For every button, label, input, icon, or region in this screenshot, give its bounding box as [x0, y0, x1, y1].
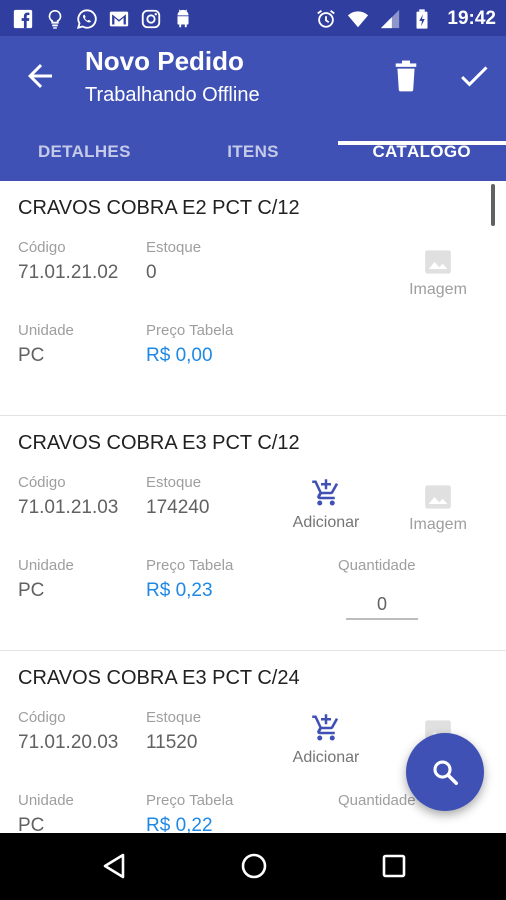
recents-square-icon[interactable] — [379, 851, 409, 881]
item-name: CRAVOS COBRA E2 PCT C/12 — [18, 197, 300, 219]
unidade-label: Unidade — [18, 322, 74, 339]
unidade-label: Unidade — [18, 557, 74, 574]
back-arrow-icon[interactable] — [22, 58, 58, 94]
image-icon — [425, 250, 451, 274]
image-placeholder[interactable]: Imagem — [398, 484, 478, 534]
tab-itens[interactable]: ITENS — [169, 136, 338, 181]
estoque-value: 174240 — [146, 497, 210, 518]
system-icons: 19:42 — [315, 7, 496, 31]
instagram-icon — [141, 9, 161, 29]
codigo-value: 71.01.20.03 — [18, 732, 119, 753]
estoque-value: 11520 — [146, 732, 198, 753]
trash-icon[interactable] — [392, 60, 420, 92]
page-title: Novo Pedido — [85, 46, 244, 76]
estoque-label: Estoque — [146, 709, 202, 726]
whatsapp-icon — [76, 9, 97, 30]
preco-value: R$ 0,23 — [146, 580, 213, 601]
battery-icon — [416, 9, 428, 29]
codigo-value: 71.01.21.03 — [18, 497, 119, 518]
unidade-label: Unidade — [18, 792, 74, 809]
facebook-icon — [13, 9, 33, 29]
add-cart-icon — [312, 714, 339, 741]
add-to-cart-button[interactable]: Adicionar — [281, 478, 371, 532]
estoque-label: Estoque — [146, 474, 202, 491]
search-fab-button[interactable] — [406, 733, 484, 811]
image-placeholder[interactable]: Imagem — [398, 249, 478, 299]
item-name: CRAVOS COBRA E3 PCT C/12 — [18, 432, 300, 454]
unidade-value: PC — [18, 580, 45, 601]
home-circle-icon[interactable] — [239, 851, 269, 881]
wifi-icon — [348, 11, 369, 28]
image-icon — [425, 485, 451, 509]
signal-icon — [381, 9, 400, 29]
tab-indicator — [338, 141, 506, 145]
codigo-value: 71.01.21.02 — [18, 262, 119, 283]
add-to-cart-button[interactable]: Adicionar — [281, 713, 371, 767]
page-subtitle: Trabalhando Offline — [85, 84, 260, 106]
scrollbar-thumb[interactable] — [491, 184, 495, 226]
preco-value: R$ 0,00 — [146, 345, 213, 366]
preco-label: Preço Tabela — [146, 322, 234, 339]
add-caption: Adicionar — [292, 749, 360, 766]
tab-detalhes[interactable]: DETALHES — [0, 136, 169, 181]
bulb-icon — [48, 9, 62, 29]
app-bar: Novo Pedido Trabalhando Offline DETALHES… — [0, 36, 506, 181]
search-icon — [433, 760, 458, 785]
notification-icons — [12, 7, 194, 31]
add-caption: Adicionar — [292, 514, 360, 531]
quantity-input[interactable] — [346, 590, 418, 620]
system-nav-bar — [0, 833, 506, 900]
codigo-label: Código — [18, 474, 66, 491]
image-caption: Imagem — [409, 516, 467, 533]
image-caption: Imagem — [409, 281, 467, 298]
preco-label: Preço Tabela — [146, 792, 234, 809]
back-triangle-icon[interactable] — [99, 851, 129, 881]
gmail-icon — [109, 11, 129, 27]
preco-value: R$ 0,22 — [146, 815, 213, 833]
status-bar: 19:42 — [0, 0, 506, 36]
catalog-item: CRAVOS COBRA E3 PCT C/12 Código 71.01.21… — [0, 416, 506, 651]
codigo-label: Código — [18, 709, 66, 726]
preco-label: Preço Tabela — [146, 557, 234, 574]
unidade-value: PC — [18, 345, 45, 366]
check-icon[interactable] — [456, 58, 492, 94]
android-icon — [177, 9, 189, 28]
catalog-item: CRAVOS COBRA E2 PCT C/12 Código 71.01.21… — [0, 181, 506, 416]
quantidade-label: Quantidade — [338, 557, 416, 574]
unidade-value: PC — [18, 815, 45, 833]
codigo-label: Código — [18, 239, 66, 256]
add-cart-icon — [312, 479, 339, 506]
clock: 19:42 — [447, 8, 496, 29]
estoque-label: Estoque — [146, 239, 202, 256]
estoque-value: 0 — [146, 262, 157, 283]
quantidade-label: Quantidade — [338, 792, 416, 809]
alarm-icon — [317, 10, 336, 28]
item-name: CRAVOS COBRA E3 PCT C/24 — [18, 667, 300, 689]
